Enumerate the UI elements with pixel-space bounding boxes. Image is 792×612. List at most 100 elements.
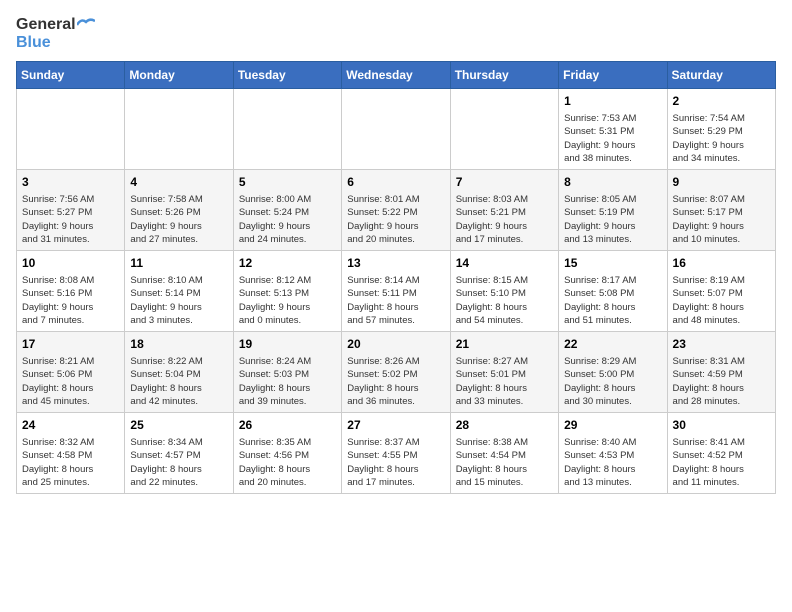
day-info: Sunrise: 8:03 AM Sunset: 5:21 PM Dayligh… [456, 193, 553, 246]
calendar-cell: 13 Sunrise: 8:14 AM Sunset: 5:11 PM Dayli… [342, 251, 450, 332]
weekday-label: Monday [125, 62, 233, 89]
day-number: 26 [239, 417, 336, 434]
calendar-week-row: 17 Sunrise: 8:21 AM Sunset: 5:06 PM Dayli… [17, 332, 776, 413]
day-info: Sunrise: 8:26 AM Sunset: 5:02 PM Dayligh… [347, 355, 444, 408]
day-info: Sunrise: 8:14 AM Sunset: 5:11 PM Dayligh… [347, 274, 444, 327]
calendar-cell: 23 Sunrise: 8:31 AM Sunset: 4:59 PM Dayli… [667, 332, 775, 413]
day-info: Sunrise: 8:37 AM Sunset: 4:55 PM Dayligh… [347, 436, 444, 489]
weekday-label: Tuesday [233, 62, 341, 89]
day-number: 9 [673, 174, 770, 191]
day-info: Sunrise: 8:00 AM Sunset: 5:24 PM Dayligh… [239, 193, 336, 246]
day-info: Sunrise: 8:15 AM Sunset: 5:10 PM Dayligh… [456, 274, 553, 327]
calendar-cell: 26Sunrise: 8:35 AM Sunset: 4:56 PM Dayli… [233, 413, 341, 494]
day-number: 25 [130, 417, 227, 434]
calendar-cell [17, 89, 125, 170]
day-info: Sunrise: 8:01 AM Sunset: 5:22 PM Dayligh… [347, 193, 444, 246]
day-number: 14 [456, 255, 553, 272]
calendar-cell [342, 89, 450, 170]
calendar-cell: 3 Sunrise: 7:56 AM Sunset: 5:27 PM Daylig… [17, 170, 125, 251]
day-info: Sunrise: 7:53 AM Sunset: 5:31 PM Dayligh… [564, 112, 661, 165]
day-number: 17 [22, 336, 119, 353]
calendar-cell: 2 Sunrise: 7:54 AM Sunset: 5:29 PM Daylig… [667, 89, 775, 170]
calendar-cell: 12 Sunrise: 8:12 AM Sunset: 5:13 PM Dayli… [233, 251, 341, 332]
day-number: 22 [564, 336, 661, 353]
day-number: 15 [564, 255, 661, 272]
weekday-header-row: SundayMondayTuesdayWednesdayThursdayFrid… [17, 62, 776, 89]
day-info: Sunrise: 8:40 AM Sunset: 4:53 PM Dayligh… [564, 436, 661, 489]
day-info: Sunrise: 8:34 AM Sunset: 4:57 PM Dayligh… [130, 436, 227, 489]
day-info: Sunrise: 8:41 AM Sunset: 4:52 PM Dayligh… [673, 436, 770, 489]
calendar-cell: 24 Sunrise: 8:32 AM Sunset: 4:58 PM Dayli… [17, 413, 125, 494]
calendar-cell: 1 Sunrise: 7:53 AM Sunset: 5:31 PM Daylig… [559, 89, 667, 170]
day-info: Sunrise: 8:17 AM Sunset: 5:08 PM Dayligh… [564, 274, 661, 327]
day-info: Sunrise: 8:27 AM Sunset: 5:01 PM Dayligh… [456, 355, 553, 408]
day-number: 13 [347, 255, 444, 272]
day-number: 21 [456, 336, 553, 353]
calendar-cell: 28Sunrise: 8:38 AM Sunset: 4:54 PM Dayli… [450, 413, 558, 494]
calendar-table: SundayMondayTuesdayWednesdayThursdayFrid… [16, 61, 776, 494]
logo: General Blue [16, 16, 95, 51]
day-number: 16 [673, 255, 770, 272]
logo-text: General Blue [16, 16, 95, 51]
weekday-label: Sunday [17, 62, 125, 89]
day-number: 27 [347, 417, 444, 434]
calendar-cell: 20 Sunrise: 8:26 AM Sunset: 5:02 PM Dayli… [342, 332, 450, 413]
calendar-week-row: 10 Sunrise: 8:08 AM Sunset: 5:16 PM Dayli… [17, 251, 776, 332]
day-info: Sunrise: 8:08 AM Sunset: 5:16 PM Dayligh… [22, 274, 119, 327]
day-number: 24 [22, 417, 119, 434]
day-info: Sunrise: 7:56 AM Sunset: 5:27 PM Dayligh… [22, 193, 119, 246]
calendar-cell: 29 Sunrise: 8:40 AM Sunset: 4:53 PM Dayli… [559, 413, 667, 494]
day-number: 8 [564, 174, 661, 191]
calendar-cell [125, 89, 233, 170]
calendar-cell: 11Sunrise: 8:10 AM Sunset: 5:14 PM Dayli… [125, 251, 233, 332]
day-number: 4 [130, 174, 227, 191]
day-number: 3 [22, 174, 119, 191]
calendar-week-row: 1 Sunrise: 7:53 AM Sunset: 5:31 PM Daylig… [17, 89, 776, 170]
day-info: Sunrise: 8:22 AM Sunset: 5:04 PM Dayligh… [130, 355, 227, 408]
calendar-cell: 8 Sunrise: 8:05 AM Sunset: 5:19 PM Daylig… [559, 170, 667, 251]
day-number: 18 [130, 336, 227, 353]
calendar-cell: 4 Sunrise: 7:58 AM Sunset: 5:26 PM Daylig… [125, 170, 233, 251]
day-number: 23 [673, 336, 770, 353]
calendar-cell: 15 Sunrise: 8:17 AM Sunset: 5:08 PM Dayli… [559, 251, 667, 332]
day-number: 7 [456, 174, 553, 191]
day-number: 6 [347, 174, 444, 191]
calendar-cell: 10 Sunrise: 8:08 AM Sunset: 5:16 PM Dayli… [17, 251, 125, 332]
day-info: Sunrise: 7:54 AM Sunset: 5:29 PM Dayligh… [673, 112, 770, 165]
day-info: Sunrise: 8:29 AM Sunset: 5:00 PM Dayligh… [564, 355, 661, 408]
calendar-cell: 5 Sunrise: 8:00 AM Sunset: 5:24 PM Daylig… [233, 170, 341, 251]
day-number: 20 [347, 336, 444, 353]
weekday-label: Friday [559, 62, 667, 89]
day-number: 19 [239, 336, 336, 353]
day-info: Sunrise: 8:24 AM Sunset: 5:03 PM Dayligh… [239, 355, 336, 408]
calendar-cell: 7 Sunrise: 8:03 AM Sunset: 5:21 PM Daylig… [450, 170, 558, 251]
day-number: 10 [22, 255, 119, 272]
day-number: 12 [239, 255, 336, 272]
logo-bird-icon [77, 18, 95, 32]
day-info: Sunrise: 8:31 AM Sunset: 4:59 PM Dayligh… [673, 355, 770, 408]
calendar-cell [233, 89, 341, 170]
calendar-cell: 30 Sunrise: 8:41 AM Sunset: 4:52 PM Dayli… [667, 413, 775, 494]
weekday-label: Saturday [667, 62, 775, 89]
calendar-cell: 16 Sunrise: 8:19 AM Sunset: 5:07 PM Dayli… [667, 251, 775, 332]
day-info: Sunrise: 8:12 AM Sunset: 5:13 PM Dayligh… [239, 274, 336, 327]
day-info: Sunrise: 8:38 AM Sunset: 4:54 PM Dayligh… [456, 436, 553, 489]
day-info: Sunrise: 7:58 AM Sunset: 5:26 PM Dayligh… [130, 193, 227, 246]
day-number: 2 [673, 93, 770, 110]
day-info: Sunrise: 8:05 AM Sunset: 5:19 PM Dayligh… [564, 193, 661, 246]
day-number: 30 [673, 417, 770, 434]
calendar-cell: 17 Sunrise: 8:21 AM Sunset: 5:06 PM Dayli… [17, 332, 125, 413]
day-info: Sunrise: 8:21 AM Sunset: 5:06 PM Dayligh… [22, 355, 119, 408]
day-info: Sunrise: 8:19 AM Sunset: 5:07 PM Dayligh… [673, 274, 770, 327]
calendar-cell [450, 89, 558, 170]
day-number: 11 [130, 255, 227, 272]
calendar-week-row: 3 Sunrise: 7:56 AM Sunset: 5:27 PM Daylig… [17, 170, 776, 251]
calendar-week-row: 24 Sunrise: 8:32 AM Sunset: 4:58 PM Dayli… [17, 413, 776, 494]
calendar-cell: 14 Sunrise: 8:15 AM Sunset: 5:10 PM Dayli… [450, 251, 558, 332]
day-info: Sunrise: 8:32 AM Sunset: 4:58 PM Dayligh… [22, 436, 119, 489]
calendar-cell: 21 Sunrise: 8:27 AM Sunset: 5:01 PM Dayli… [450, 332, 558, 413]
day-number: 1 [564, 93, 661, 110]
day-number: 5 [239, 174, 336, 191]
day-number: 29 [564, 417, 661, 434]
calendar-cell: 27 Sunrise: 8:37 AM Sunset: 4:55 PM Dayli… [342, 413, 450, 494]
